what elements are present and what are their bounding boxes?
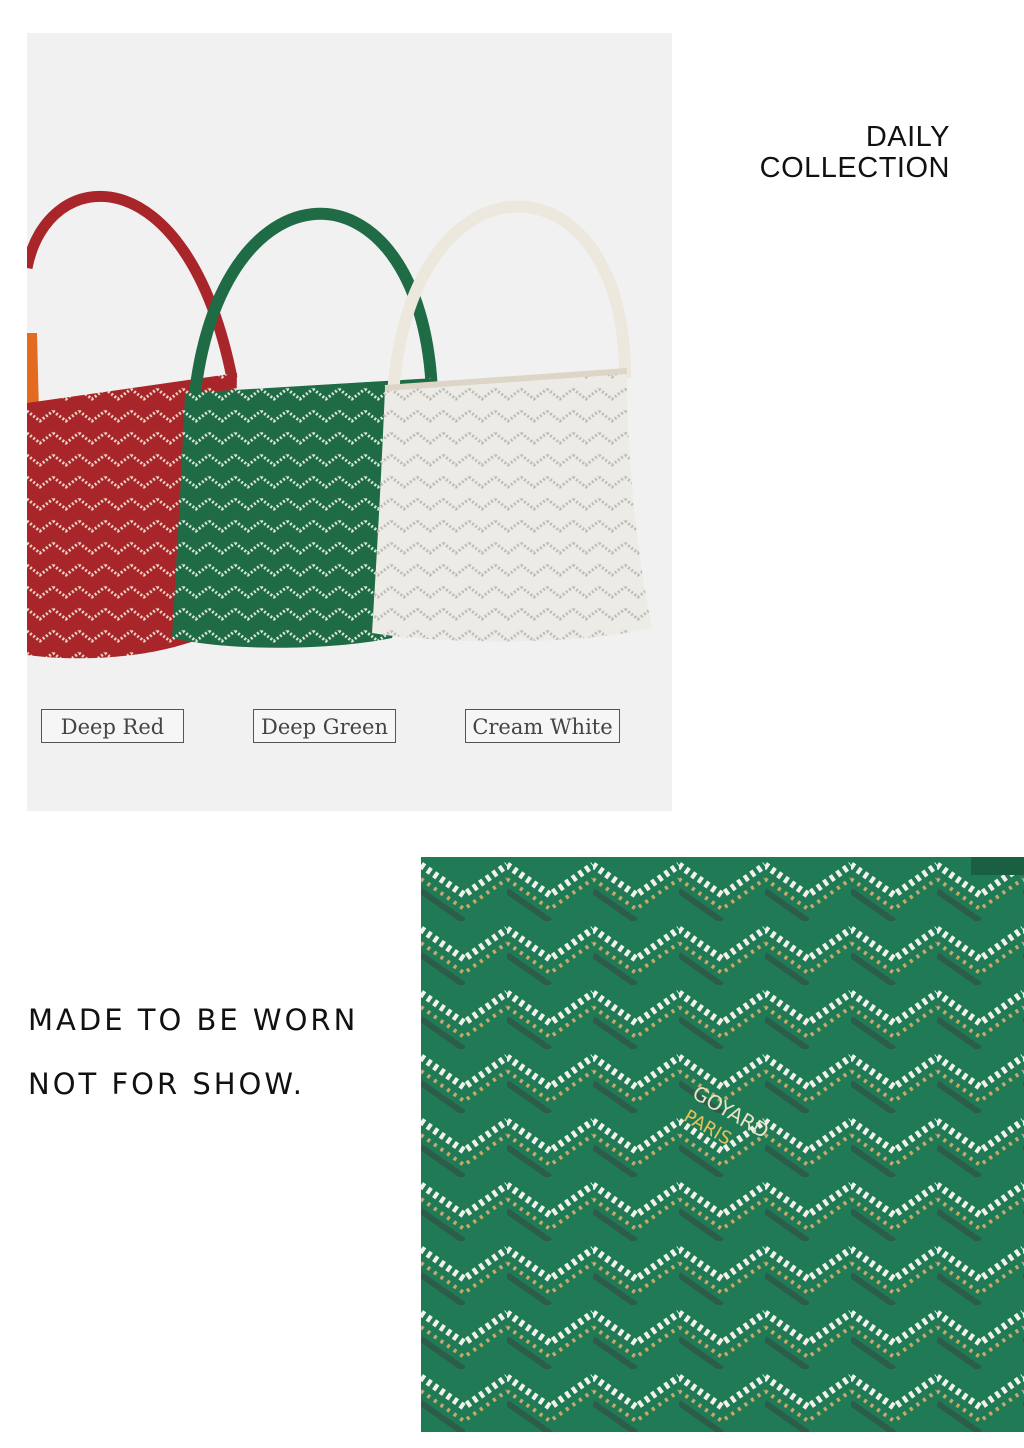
detail-photo: GOYARD PARIS — [421, 857, 1024, 1432]
heading-line-1: DAILY — [865, 121, 950, 153]
heading-line-2: COLLECTION — [759, 152, 950, 184]
tagline-line-1: MADE TO BE WORN — [28, 1003, 359, 1037]
color-label-deep-green: Deep Green — [253, 709, 396, 743]
tagline: MADE TO BE WORN NOT FOR SHOW. — [28, 988, 358, 1116]
collection-heading: DAILY COLLECTION — [760, 122, 950, 184]
color-label-deep-red: Deep Red — [41, 709, 184, 743]
color-label-cream-white: Cream White — [465, 709, 620, 743]
texture-close-up: GOYARD PARIS — [421, 857, 1024, 1432]
tagline-line-2: NOT FOR SHOW. — [28, 1067, 305, 1101]
product-photo: Deep Red Deep Green Cream White — [27, 33, 672, 811]
bags-illustration — [27, 190, 652, 659]
